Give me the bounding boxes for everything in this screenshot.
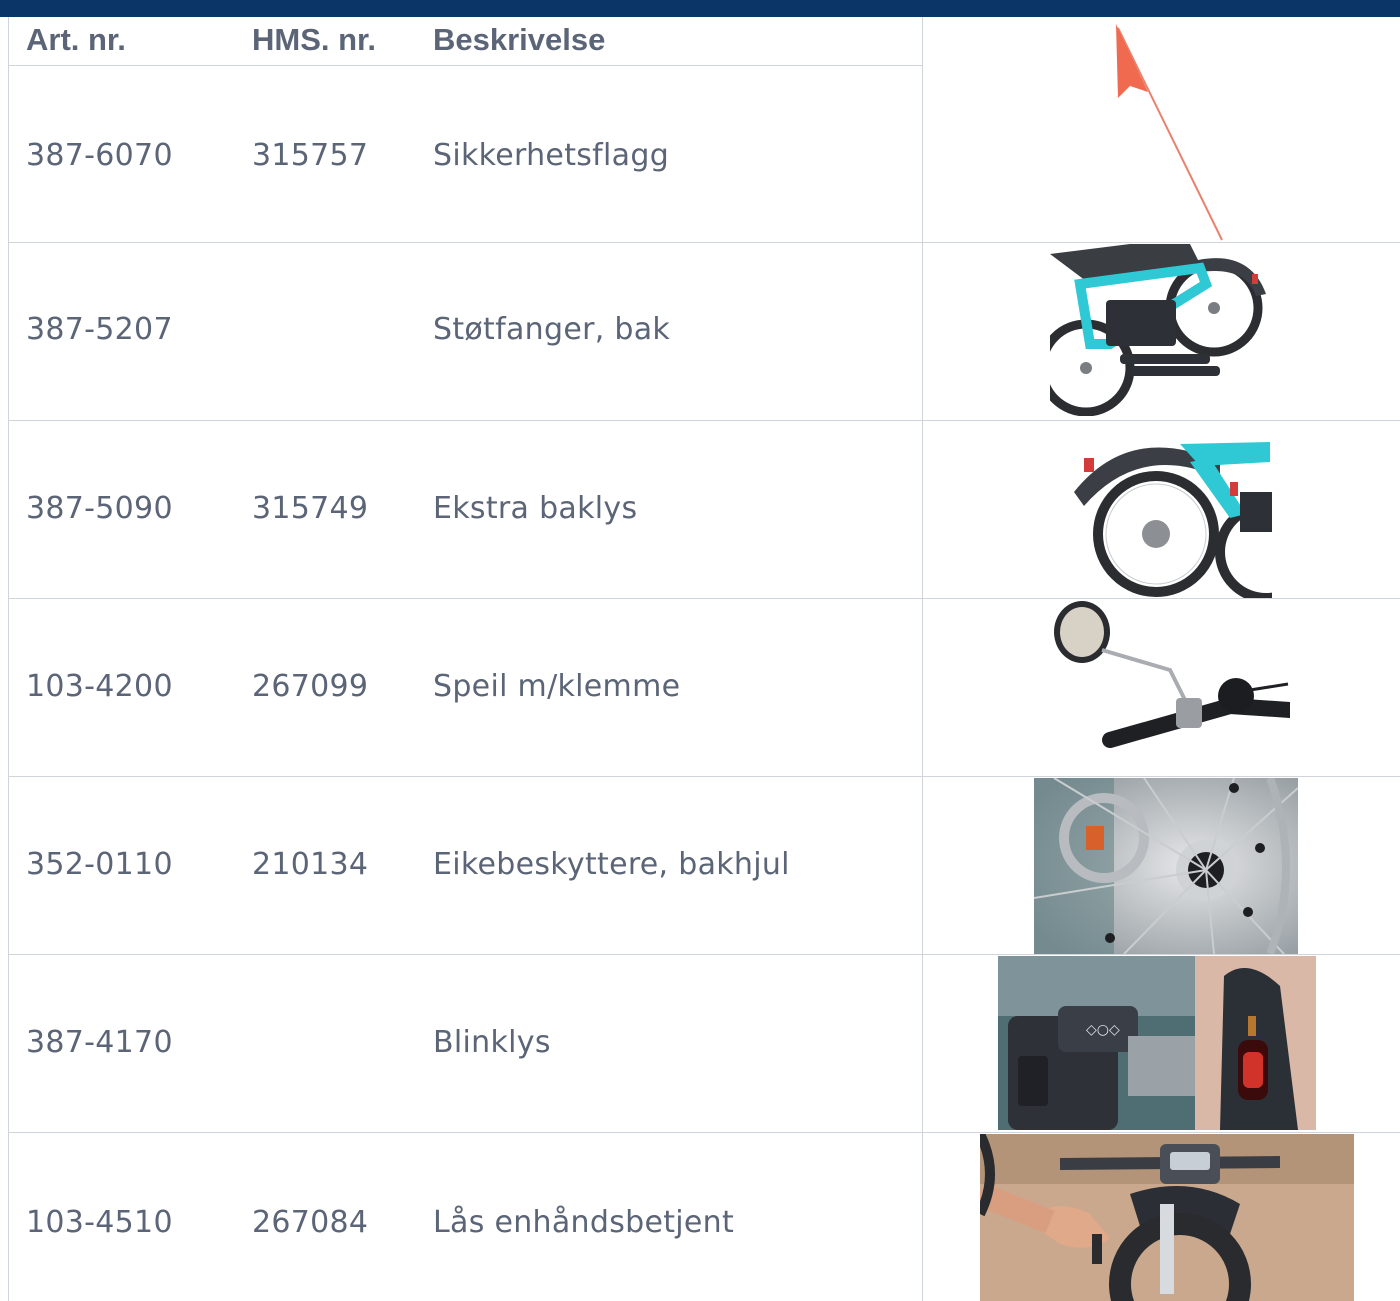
header-bar <box>0 0 1400 17</box>
art-nr-cell: 352-0110 <box>26 847 173 882</box>
column-header-hms-nr: HMS. nr. <box>252 22 377 57</box>
row-divider <box>8 776 1400 777</box>
description-cell: Lås enhåndsbetjent <box>433 1205 735 1240</box>
art-nr-cell: 387-5207 <box>26 312 173 347</box>
rear-bumper-image <box>1050 244 1270 416</box>
hms-nr-cell: 267084 <box>252 1205 369 1240</box>
column-header-art-nr: Art. nr. <box>26 22 126 57</box>
header-divider <box>8 65 922 66</box>
row-divider <box>8 1132 1400 1133</box>
row-divider <box>8 242 1400 243</box>
description-cell: Støtfanger, bak <box>433 312 671 347</box>
extra-rear-light-image <box>1070 422 1272 598</box>
mirror-with-clamp-image <box>1050 600 1290 774</box>
turn-signal-image: ◇○◇ <box>998 956 1316 1130</box>
hms-nr-cell: 267099 <box>252 669 369 704</box>
description-cell: Sikkerhetsflagg <box>433 138 670 173</box>
svg-text:◇○◇: ◇○◇ <box>1086 1022 1120 1038</box>
table-left-border <box>8 17 9 1301</box>
art-nr-cell: 387-4170 <box>26 1025 173 1060</box>
art-nr-cell: 387-6070 <box>26 138 173 173</box>
art-nr-cell: 103-4200 <box>26 669 173 704</box>
row-divider <box>8 954 1400 955</box>
art-nr-cell: 103-4510 <box>26 1205 173 1240</box>
art-nr-cell: 387-5090 <box>26 491 173 526</box>
description-cell: Blinklys <box>433 1025 551 1060</box>
hms-nr-cell: 315757 <box>252 138 369 173</box>
one-hand-lock-image <box>980 1134 1354 1301</box>
description-cell: Speil m/klemme <box>433 669 681 704</box>
row-divider <box>8 598 1400 599</box>
hms-nr-cell: 315749 <box>252 491 369 526</box>
description-cell: Ekstra baklys <box>433 491 638 526</box>
row-divider <box>8 420 1400 421</box>
description-cell: Eikebeskyttere, bakhjul <box>433 847 790 882</box>
spoke-guard-image <box>1034 778 1298 954</box>
safety-flag-image <box>1100 22 1240 242</box>
hms-nr-cell: 210134 <box>252 847 369 882</box>
image-column-divider <box>922 17 923 1301</box>
column-header-beskrivelse: Beskrivelse <box>433 22 606 57</box>
